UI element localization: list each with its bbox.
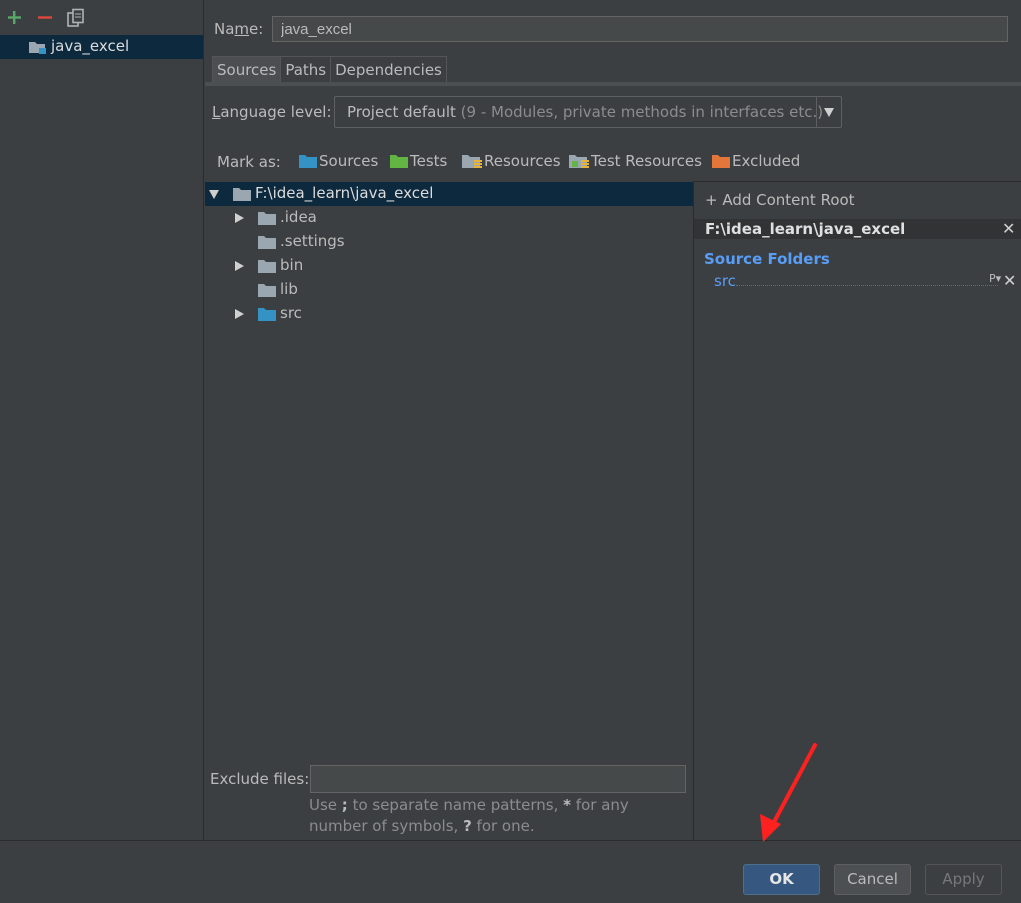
collapsed-arrow-icon[interactable] xyxy=(235,309,244,319)
collapsed-arrow-icon[interactable] xyxy=(235,213,244,223)
folder-icon xyxy=(258,211,276,225)
tree-label-lib: lib xyxy=(280,280,298,298)
mark-sources-button[interactable]: Sources xyxy=(299,152,378,170)
tree-row-lib[interactable]: lib xyxy=(205,278,693,302)
source-folder-row[interactable]: src P▾ ✕ xyxy=(714,271,1016,290)
apply-button[interactable]: Apply xyxy=(925,864,1002,895)
minus-icon[interactable] xyxy=(36,8,56,28)
name-input[interactable] xyxy=(272,16,1008,42)
plus-icon[interactable] xyxy=(5,8,25,28)
folder-icon xyxy=(258,259,276,273)
close-icon[interactable]: ✕ xyxy=(1002,219,1015,238)
dotted-leader xyxy=(736,285,998,286)
add-content-root-link[interactable]: + Add Content Root xyxy=(705,191,855,209)
tab-paths[interactable]: Paths xyxy=(280,56,332,82)
chevron-down-icon xyxy=(824,108,834,117)
tree-label-idea: .idea xyxy=(280,208,317,226)
exclude-files-label: Exclude files: xyxy=(210,770,310,788)
ok-button[interactable]: OK xyxy=(743,864,820,895)
module-label: java_excel xyxy=(51,37,130,55)
mark-resources-label: Resources xyxy=(484,152,561,170)
footer-divider xyxy=(0,840,1021,841)
module-folder-icon xyxy=(28,39,48,55)
sources-folder-icon xyxy=(299,154,317,168)
language-level-label: Language level: xyxy=(212,103,332,121)
module-item-java-excel[interactable]: java_excel xyxy=(0,35,203,59)
tree-row-bin[interactable]: bin xyxy=(205,254,693,278)
folder-icon xyxy=(258,283,276,297)
panel-divider xyxy=(693,182,694,840)
language-level-select[interactable]: Project default (9 - Modules, private me… xyxy=(334,96,842,128)
test-resources-folder-icon xyxy=(569,154,589,168)
exclude-files-hint: Use ; to separate name patterns, * for a… xyxy=(309,796,629,835)
tree-label-bin: bin xyxy=(280,256,304,274)
source-folder-icon xyxy=(258,307,276,321)
tree-row-root[interactable]: F:\idea_learn\java_excel xyxy=(205,182,693,206)
tests-folder-icon xyxy=(390,154,408,168)
tree-row-settings[interactable]: .settings xyxy=(205,230,693,254)
mark-as-label: Mark as: xyxy=(217,153,281,171)
exclude-files-input[interactable] xyxy=(310,765,686,793)
resources-folder-icon xyxy=(462,154,482,168)
tab-dependencies[interactable]: Dependencies xyxy=(330,56,447,82)
mark-tests-label: Tests xyxy=(410,152,448,170)
tab-sources[interactable]: Sources xyxy=(212,56,282,82)
name-label: Name: xyxy=(214,20,264,38)
source-folders-title: Source Folders xyxy=(704,250,830,268)
folder-icon xyxy=(233,187,251,201)
mark-test-resources-label: Test Resources xyxy=(591,152,702,170)
tree-row-src[interactable]: src xyxy=(205,302,693,326)
content-root-path: F:\idea_learn\java_excel xyxy=(705,220,906,238)
tree-label-settings: .settings xyxy=(280,232,345,250)
mark-tests-button[interactable]: Tests xyxy=(390,152,447,170)
tree-label-src: src xyxy=(280,304,302,322)
mark-excluded-button[interactable]: Excluded xyxy=(712,152,800,170)
source-folder-name: src xyxy=(714,272,736,290)
mark-resources-button[interactable]: Resources xyxy=(462,152,561,170)
mark-excluded-label: Excluded xyxy=(732,152,801,170)
module-tabs: Sources Paths Dependencies xyxy=(212,56,447,82)
cancel-button[interactable]: Cancel xyxy=(834,864,911,895)
tab-underline xyxy=(205,82,1021,86)
mark-sources-label: Sources xyxy=(319,152,379,170)
annotation-arrow-icon xyxy=(755,742,825,847)
mark-test-resources-button[interactable]: Test Resources xyxy=(569,152,702,170)
tree-label-root: F:\idea_learn\java_excel xyxy=(255,184,434,202)
language-level-value: Project default (9 - Modules, private me… xyxy=(347,103,824,121)
properties-label: P xyxy=(989,272,996,285)
properties-icon[interactable]: P▾ xyxy=(989,272,1001,285)
folder-tree: F:\idea_learn\java_excel .idea .settings… xyxy=(205,181,693,761)
collapsed-arrow-icon[interactable] xyxy=(235,261,244,271)
modules-panel xyxy=(0,0,204,840)
close-icon[interactable]: ✕ xyxy=(1003,271,1016,290)
add-content-root-label: + Add Content Root xyxy=(705,191,855,209)
tree-row-idea[interactable]: .idea xyxy=(205,206,693,230)
folder-icon xyxy=(258,235,276,249)
copy-icon[interactable] xyxy=(66,8,86,28)
content-root-header: F:\idea_learn\java_excel ✕ xyxy=(694,219,1021,239)
dropdown-button[interactable] xyxy=(816,97,841,127)
excluded-folder-icon xyxy=(712,154,730,168)
expanded-arrow-icon[interactable] xyxy=(209,190,219,199)
